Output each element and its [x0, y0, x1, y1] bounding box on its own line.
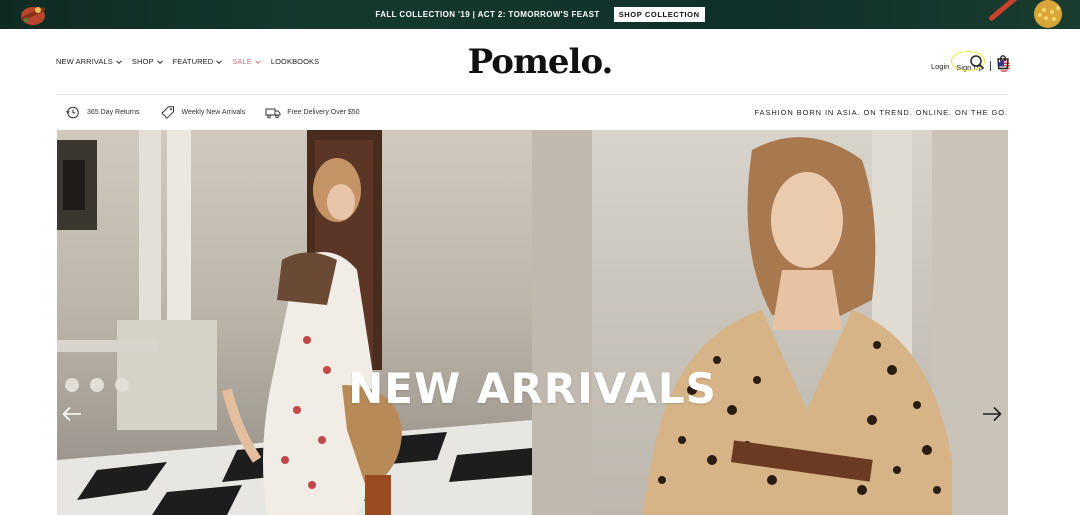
divider [990, 61, 991, 71]
arrow-right-icon[interactable] [981, 405, 1003, 423]
shop-collection-button[interactable]: SHOP COLLECTION [613, 7, 705, 22]
perk-free-delivery: Free Delivery Over $50 [265, 106, 360, 119]
perk-label: Free Delivery Over $50 [287, 109, 360, 116]
decorative-food-image-right [988, 0, 1062, 28]
hero-image-right [532, 130, 1008, 515]
decorative-food-image-left [21, 7, 45, 25]
site-logo[interactable]: Pomelo. [0, 42, 1080, 82]
promo-banner: FALL COLLECTION '19 | ACT 2: TOMORROW'S … [0, 0, 1080, 29]
hero-scene-left [57, 130, 532, 515]
delivery-truck-icon [265, 108, 281, 119]
hero-title[interactable]: NEW ARRIVALS [57, 364, 1008, 413]
site-header: NEW ARRIVALS SHOP FEATURED SALE LOOKBOOK… [0, 29, 1080, 95]
brand-tagline: FASHION BORN IN ASIA. ON TREND. ONLINE. … [754, 108, 1008, 117]
hero-scene-right [532, 130, 1008, 515]
shopping-bag-icon[interactable] [995, 54, 1011, 70]
hero-image-left [57, 130, 532, 515]
perk-returns: 365 Day Returns [65, 106, 140, 119]
returns-clock-icon [66, 106, 79, 119]
search-icon[interactable] [969, 54, 985, 70]
tag-icon [160, 106, 174, 119]
perk-weekly-arrivals: Weekly New Arrivals [160, 106, 246, 119]
login-link[interactable]: Login [931, 62, 949, 71]
perk-label: 365 Day Returns [87, 109, 140, 116]
perks-strip: 365 Day Returns Weekly New Arrivals Free… [0, 95, 1080, 130]
arrow-left-icon[interactable] [61, 405, 83, 423]
hero-carousel[interactable]: NEW ARRIVALS [57, 130, 1008, 515]
promo-text: FALL COLLECTION '19 | ACT 2: TOMORROW'S … [375, 10, 600, 19]
perk-label: Weekly New Arrivals [181, 109, 246, 116]
perks-list: 365 Day Returns Weekly New Arrivals Free… [65, 106, 360, 119]
